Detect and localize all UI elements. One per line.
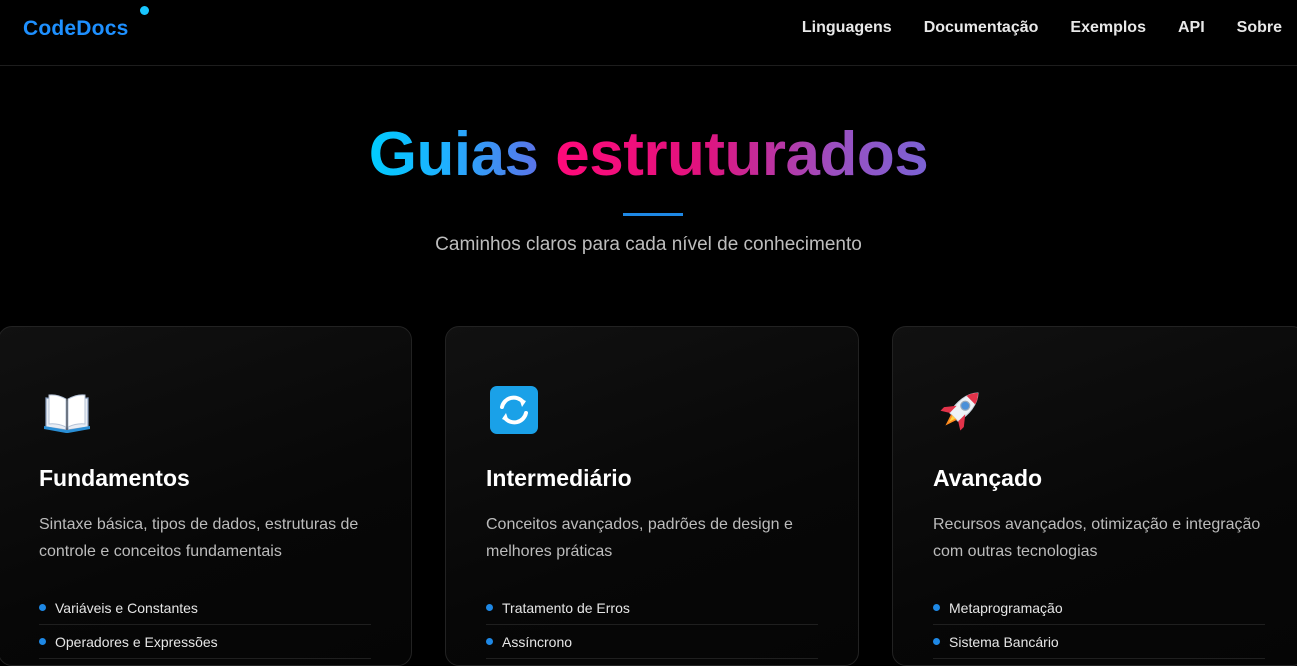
nav-link-api[interactable]: API (1178, 19, 1205, 37)
hero-title-word-1: Guias (368, 120, 539, 189)
nav-link-documentacao[interactable]: Documentação (924, 19, 1039, 37)
hero-title-word-2: estruturados (555, 120, 929, 189)
card-description: Conceitos avançados, padrões de design e… (486, 516, 793, 560)
guide-card-intermediario[interactable]: Intermediário Conceitos avançados, padrõ… (445, 326, 859, 666)
open-book-icon (39, 382, 95, 438)
topic-label: Variáveis e Constantes (55, 599, 198, 616)
logo[interactable]: CodeDocs (23, 17, 128, 41)
topic-label: Assíncrono (502, 633, 573, 650)
guide-card-fundamentos[interactable]: Fundamentos Sintaxe básica, tipos de dad… (0, 326, 412, 666)
card-topic-list: Metaprogramação Sistema Bancário (933, 591, 1265, 659)
logo-dot-icon (140, 6, 149, 15)
topic-item-variaveis[interactable]: Variáveis e Constantes (39, 591, 371, 625)
card-title: Fundamentos (39, 465, 190, 491)
topic-item-assincrono[interactable]: Assíncrono (486, 625, 818, 659)
hero-title: Guias estruturados (0, 118, 1297, 192)
card-title: Intermediário (486, 465, 632, 491)
card-topic-list: Variáveis e Constantes Operadores e Expr… (39, 591, 371, 659)
bullet-icon (933, 604, 940, 611)
nav-link-exemplos[interactable]: Exemplos (1070, 19, 1146, 37)
nav-link-linguagens[interactable]: Linguagens (802, 19, 892, 37)
card-description: Sintaxe básica, tipos de dados, estrutur… (39, 516, 359, 560)
topic-item-erros[interactable]: Tratamento de Erros (486, 591, 818, 625)
card-description: Recursos avançados, otimização e integra… (933, 516, 1261, 560)
site-header: CodeDocs Linguagens Documentação Exemplo… (0, 0, 1297, 66)
bullet-icon (39, 604, 46, 611)
bullet-icon (933, 638, 940, 645)
bullet-icon (486, 638, 493, 645)
nav-link-sobre[interactable]: Sobre (1237, 19, 1282, 37)
card-title: Avançado (933, 465, 1043, 491)
topic-item-sistema[interactable]: Sistema Bancário (933, 625, 1265, 659)
refresh-icon (486, 382, 542, 438)
guide-card-avancado[interactable]: Avançado Recursos avançados, otimização … (892, 326, 1297, 666)
topic-label: Operadores e Expressões (55, 633, 218, 650)
hero-subtitle: Caminhos claros para cada nível de conhe… (435, 234, 862, 255)
bullet-icon (486, 604, 493, 611)
topic-item-metaprogramacao[interactable]: Metaprogramação (933, 591, 1265, 625)
topic-item-operadores[interactable]: Operadores e Expressões (39, 625, 371, 659)
bullet-icon (39, 638, 46, 645)
topic-label: Metaprogramação (949, 599, 1063, 616)
hero-divider (623, 213, 683, 216)
rocket-icon (933, 382, 989, 438)
main-nav: Linguagens Documentação Exemplos API Sob… (802, 19, 1282, 37)
card-topic-list: Tratamento de Erros Assíncrono (486, 591, 818, 659)
topic-label: Tratamento de Erros (502, 599, 630, 616)
topic-label: Sistema Bancário (949, 633, 1059, 650)
